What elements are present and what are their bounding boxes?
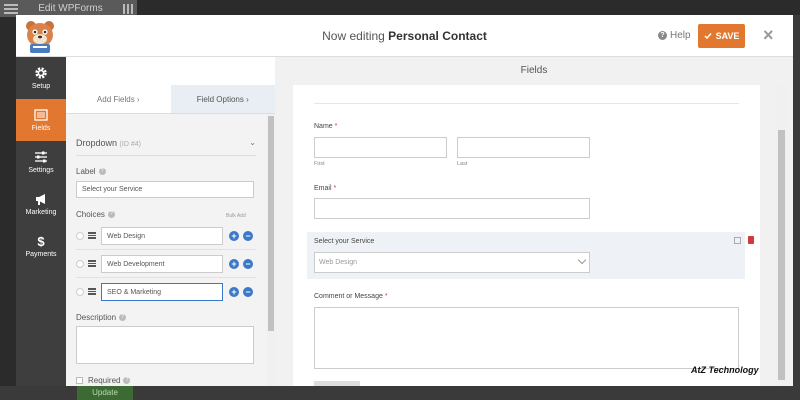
service-select[interactable]: Web Design [314,252,590,273]
first-sublabel: First [314,161,325,167]
last-name-input[interactable] [457,137,590,158]
sliders-icon [35,151,47,163]
field-options-panel: Add Fields › Field Options › Dropdown (I… [66,57,275,386]
gear-icon [35,67,47,79]
add-choice-icon[interactable]: + [229,287,239,297]
builder-sidebar: Setup Fields Settings Marketing $ Paymen… [16,57,66,386]
email-label: Email * [314,185,337,192]
divider [76,249,256,250]
label-input[interactable]: Select your Service [76,181,254,198]
last-sublabel: Last [457,161,468,167]
field-group-header[interactable]: Dropdown (ID #4) ⌄ [76,138,256,156]
choice-input[interactable]: SEO & Marketing [101,283,223,301]
panel-tabs: Add Fields › Field Options › [66,85,275,114]
menu-icon [4,3,18,14]
name-label: Name * [314,123,338,130]
megaphone-icon [36,194,45,205]
drag-handle-icon[interactable] [88,232,96,239]
default-radio[interactable] [76,232,84,240]
drag-handle-icon[interactable] [88,288,96,295]
check-icon [704,33,712,40]
form-preview: Name * First Last Email * Select your Se… [293,85,760,386]
field-options-body: Dropdown (ID #4) ⌄ Label? Select your Se… [66,114,267,386]
watermark-text: AtZ Technology [691,365,759,375]
background-update-button: Update [77,386,133,400]
chevron-down-icon: ⌄ [249,138,256,147]
choice-row: Web Development + − [76,255,256,273]
add-choice-icon[interactable]: + [229,231,239,241]
close-icon[interactable]: × [763,26,774,44]
message-textarea[interactable] [314,307,739,369]
sidebar-item-marketing[interactable]: Marketing [16,183,66,225]
chevron-down-icon [577,255,587,265]
divider [76,277,256,278]
remove-choice-icon[interactable]: − [243,259,253,269]
sidebar-item-setup[interactable]: Setup [16,57,66,99]
required-checkbox[interactable] [76,377,83,384]
scrollbar-thumb[interactable] [268,116,274,331]
choice-row: SEO & Marketing + − [76,283,256,301]
grid-icon [123,3,133,14]
remove-choice-icon[interactable]: − [243,287,253,297]
builder-topbar: Now editing Personal Contact ? Help SAVE … [16,15,793,57]
tab-field-options[interactable]: Field Options › [170,85,275,114]
field-id: (ID #4) [119,141,141,148]
trash-icon[interactable] [748,236,754,244]
list-icon [34,109,48,121]
required-title: Required? [88,376,131,385]
sidebar-item-settings[interactable]: Settings [16,141,66,183]
tab-add-fields[interactable]: Add Fields › [66,85,171,114]
dollar-icon: $ [37,234,45,248]
default-radio[interactable] [76,260,84,268]
submit-button-stub [314,381,360,386]
description-title: Description? [76,313,127,322]
choice-input[interactable]: Web Design [101,227,223,245]
scrollbar-thumb[interactable] [778,130,785,380]
default-radio[interactable] [76,288,84,296]
help-icon: ? [98,168,106,175]
add-choice-icon[interactable]: + [229,259,239,269]
bulk-add-link[interactable]: Bulk Add [226,213,246,219]
help-link[interactable]: ? Help [658,30,691,41]
email-input[interactable] [314,198,590,219]
drag-handle-icon[interactable] [88,260,96,267]
fields-header: Fields [275,57,793,85]
help-icon: ? [119,314,127,321]
duplicate-icon[interactable] [734,237,741,244]
svg-text:$: $ [37,234,45,248]
form-name: Personal Contact [388,29,487,43]
remove-choice-icon[interactable]: − [243,231,253,241]
preview-scrollbar[interactable] [777,85,786,386]
choice-input[interactable]: Web Development [101,255,223,273]
background-window-title: Edit WPForms [38,3,103,14]
first-name-input[interactable] [314,137,447,158]
help-icon: ? [107,211,115,218]
background-right-edge [793,15,800,386]
choices-title: Choices? [76,210,115,219]
label-title: Label? [76,167,106,176]
save-button[interactable]: SAVE [698,24,745,48]
message-label: Comment or Message * [314,293,388,300]
help-icon: ? [123,377,131,384]
choice-row: Web Design + − [76,227,256,245]
sidebar-item-fields[interactable]: Fields [16,99,66,141]
sidebar-item-payments[interactable]: $ Payments [16,225,66,267]
form-builder-modal: Now editing Personal Contact ? Help SAVE … [16,15,793,386]
panel-scrollbar[interactable] [267,114,275,386]
service-label: Select your Service [314,238,375,245]
field-type-label: Dropdown [76,138,118,148]
description-textarea[interactable] [76,326,254,364]
help-icon: ? [658,31,667,40]
divider [314,103,739,104]
